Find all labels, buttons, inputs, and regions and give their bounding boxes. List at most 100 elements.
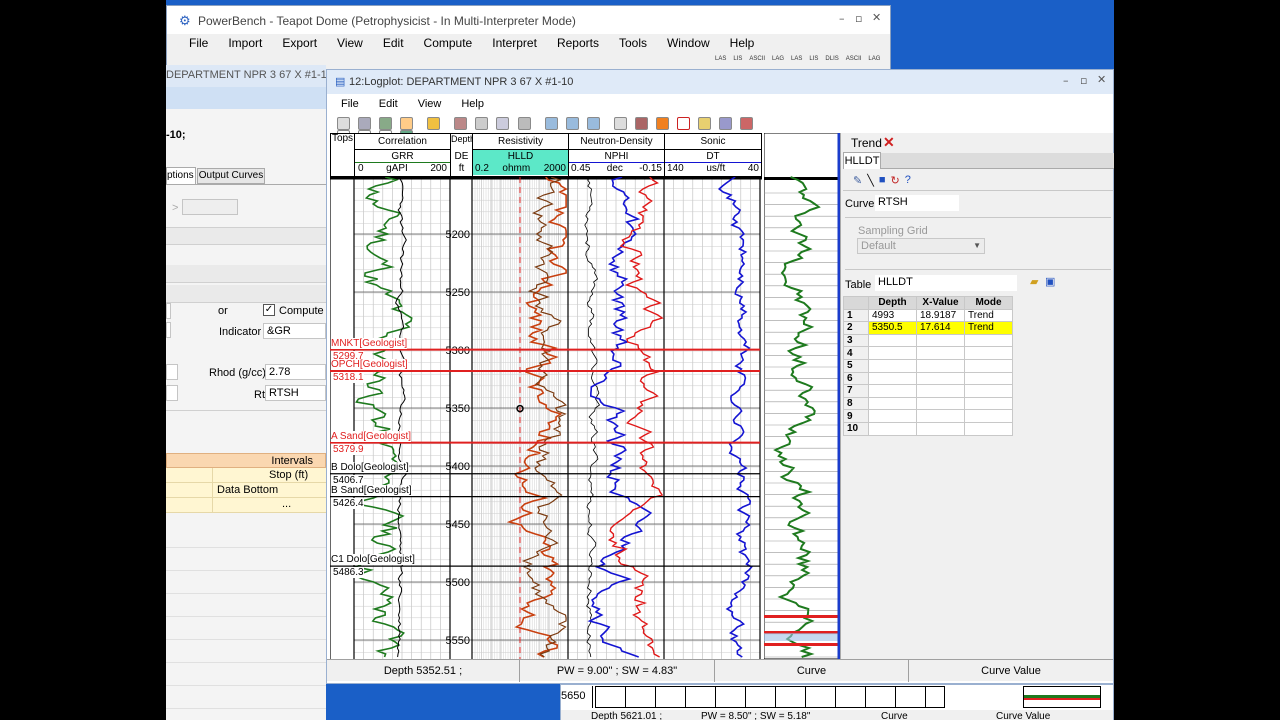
menu-export[interactable]: Export [272, 36, 327, 50]
log-tracks[interactable]: 5200 5250 5300 5350 5400 5450 5500 5550 [330, 177, 762, 659]
trend-table[interactable]: Depth X-Value Mode 1 4993 18.9187 Trend 2 535… [843, 296, 1013, 436]
trend-cell-depth[interactable] [868, 409, 917, 423]
curve-edit-icon[interactable] [740, 117, 754, 130]
trend-cell-depth[interactable] [868, 333, 917, 348]
top-marker-name[interactable]: OPCH[Geologist] [331, 358, 408, 370]
table-row[interactable]: 3 [843, 333, 1013, 348]
powerbench-titlebar[interactable]: ⚙ PowerBench - Teapot Dome (Petrophysici… [167, 6, 890, 34]
trend-cell-mode[interactable] [964, 384, 1013, 398]
table-row[interactable]: 6 [843, 371, 1013, 386]
trend-cell-depth[interactable] [868, 421, 917, 436]
minimize-icon[interactable]: – [839, 12, 845, 25]
save-icon[interactable] [358, 117, 372, 130]
intervals-row-bottom[interactable]: Data Bottom [166, 483, 326, 498]
zoom-in-icon[interactable] [544, 117, 558, 130]
table-row[interactable]: 7 [843, 384, 1013, 398]
trend-cell-mode[interactable] [964, 346, 1013, 360]
option-field-2[interactable] [166, 322, 171, 338]
trend-cell-depth[interactable] [868, 346, 917, 360]
top-marker-name[interactable]: MNKT[Geologist] [331, 337, 408, 349]
tops-header[interactable]: Tops [331, 134, 355, 176]
trend-col-depth[interactable]: Depth [868, 296, 917, 310]
trend-help-icon[interactable]: ? [905, 174, 911, 187]
trend-cell-xvalue[interactable] [916, 396, 965, 411]
close-icon[interactable]: ✕ [872, 11, 881, 24]
overview-strip[interactable] [764, 133, 840, 659]
correlation-header[interactable]: Correlation GRR 0 gAPI 200 [355, 134, 451, 176]
pencil-icon[interactable] [698, 117, 711, 130]
trend-cell-mode[interactable] [964, 409, 1013, 423]
shift-icon[interactable] [719, 117, 733, 130]
rt-field[interactable]: RTSH [265, 385, 326, 401]
compute-checkbox[interactable]: ✓ [263, 304, 275, 316]
trend-draw-icon[interactable]: ✎ [853, 174, 862, 187]
rhod-field[interactable]: 2.78 [265, 364, 326, 380]
trend-curve-field[interactable]: RTSH [875, 195, 959, 211]
table-row[interactable]: 8 [843, 396, 1013, 411]
open-folder-icon[interactable] [427, 117, 441, 130]
trend-cell-mode[interactable]: Trend [964, 308, 1013, 323]
lis-import-icon[interactable]: LIS [733, 56, 742, 62]
trend-cell-xvalue[interactable] [916, 346, 965, 360]
logplot-menu-edit[interactable]: Edit [369, 98, 408, 110]
table-row[interactable]: 4 [843, 346, 1013, 360]
filter-field[interactable] [182, 199, 238, 215]
undo-icon[interactable] [337, 117, 350, 130]
trend-cell-mode[interactable] [964, 333, 1013, 348]
zoom-z-icon[interactable] [400, 117, 414, 130]
ascii-export-icon[interactable]: ASCII [846, 56, 862, 62]
page-setup-icon[interactable] [496, 117, 510, 130]
trend-cell-mode[interactable] [964, 371, 1013, 386]
sonic-header[interactable]: Sonic DT 140 us/ft 40 [665, 134, 761, 176]
menu-window[interactable]: Window [657, 36, 720, 50]
print-preview-icon[interactable] [454, 117, 468, 130]
layout-icon[interactable] [613, 117, 627, 130]
trend-close-icon[interactable]: ✕ [883, 134, 895, 151]
trend-cell-xvalue[interactable] [916, 371, 965, 386]
trend-line-icon[interactable]: ╲ [867, 174, 874, 187]
trend-col-xvalue[interactable]: X-Value [916, 296, 965, 310]
save-table-icon[interactable]: ▣ [1045, 275, 1055, 288]
tab-output-curves[interactable]: Output Curves [197, 168, 265, 184]
package-icon[interactable] [655, 117, 669, 130]
lag-export-icon[interactable]: LAG [868, 56, 880, 62]
h-cursor-icon[interactable] [676, 117, 690, 130]
dlis-export-icon[interactable]: DLIS [825, 56, 838, 62]
print-all-icon[interactable] [517, 117, 531, 130]
menu-file[interactable]: File [179, 36, 218, 50]
trend-col-mode[interactable]: Mode [964, 296, 1013, 310]
trend-cell-mode[interactable] [964, 421, 1013, 436]
menu-reports[interactable]: Reports [547, 36, 609, 50]
trend-refresh-icon[interactable]: ↻ [891, 174, 900, 187]
trend-cell-xvalue[interactable]: 18.9187 [916, 308, 965, 323]
open-table-icon[interactable]: ▰ [1030, 275, 1038, 288]
sampling-grid-select[interactable]: Default ▼ [857, 238, 985, 254]
logplot-menu-help[interactable]: Help [451, 98, 494, 110]
logplot-minimize-icon[interactable]: – [1063, 74, 1069, 87]
logplot-close-icon[interactable]: ✕ [1097, 73, 1106, 86]
indicator-field[interactable]: &GR [263, 323, 326, 339]
ascii-import-icon[interactable]: ASCII [749, 56, 765, 62]
logplot-titlebar[interactable]: ▤ 12:Logplot: DEPARTMENT NPR 3 67 X #1-1… [327, 70, 1113, 94]
table-row[interactable]: 1 4993 18.9187 Trend [843, 308, 1013, 323]
lis-export-icon[interactable]: LIS [809, 56, 818, 62]
tab-options[interactable]: ptions [166, 167, 196, 184]
resistivity-header[interactable]: Resistivity HLLD 0.2 ohmm 2000 [473, 134, 569, 176]
zoom-fit-icon[interactable] [586, 117, 600, 130]
trend-cell-mode[interactable] [964, 358, 1013, 373]
trend-cell-xvalue[interactable] [916, 333, 965, 348]
trend-cell-mode[interactable] [964, 396, 1013, 411]
export-icon[interactable] [634, 117, 648, 130]
table-row[interactable]: 2 5350.5 17.614 Trend [843, 321, 1013, 335]
top-marker-name[interactable]: A Sand[Geologist] [331, 430, 412, 442]
trend-cell-xvalue[interactable] [916, 409, 965, 423]
table-row[interactable]: 9 [843, 409, 1013, 423]
top-marker-name[interactable]: C1 Dolo[Geologist] [331, 554, 415, 566]
option-field-1[interactable] [166, 303, 171, 319]
trend-cell-mode[interactable]: Trend [964, 321, 1013, 335]
option-field-4[interactable] [166, 385, 178, 401]
las-export-icon[interactable]: LAS [791, 56, 802, 62]
logplot-menu-file[interactable]: File [331, 98, 369, 110]
option-field-3[interactable] [166, 364, 178, 380]
menu-interpret[interactable]: Interpret [482, 36, 547, 50]
